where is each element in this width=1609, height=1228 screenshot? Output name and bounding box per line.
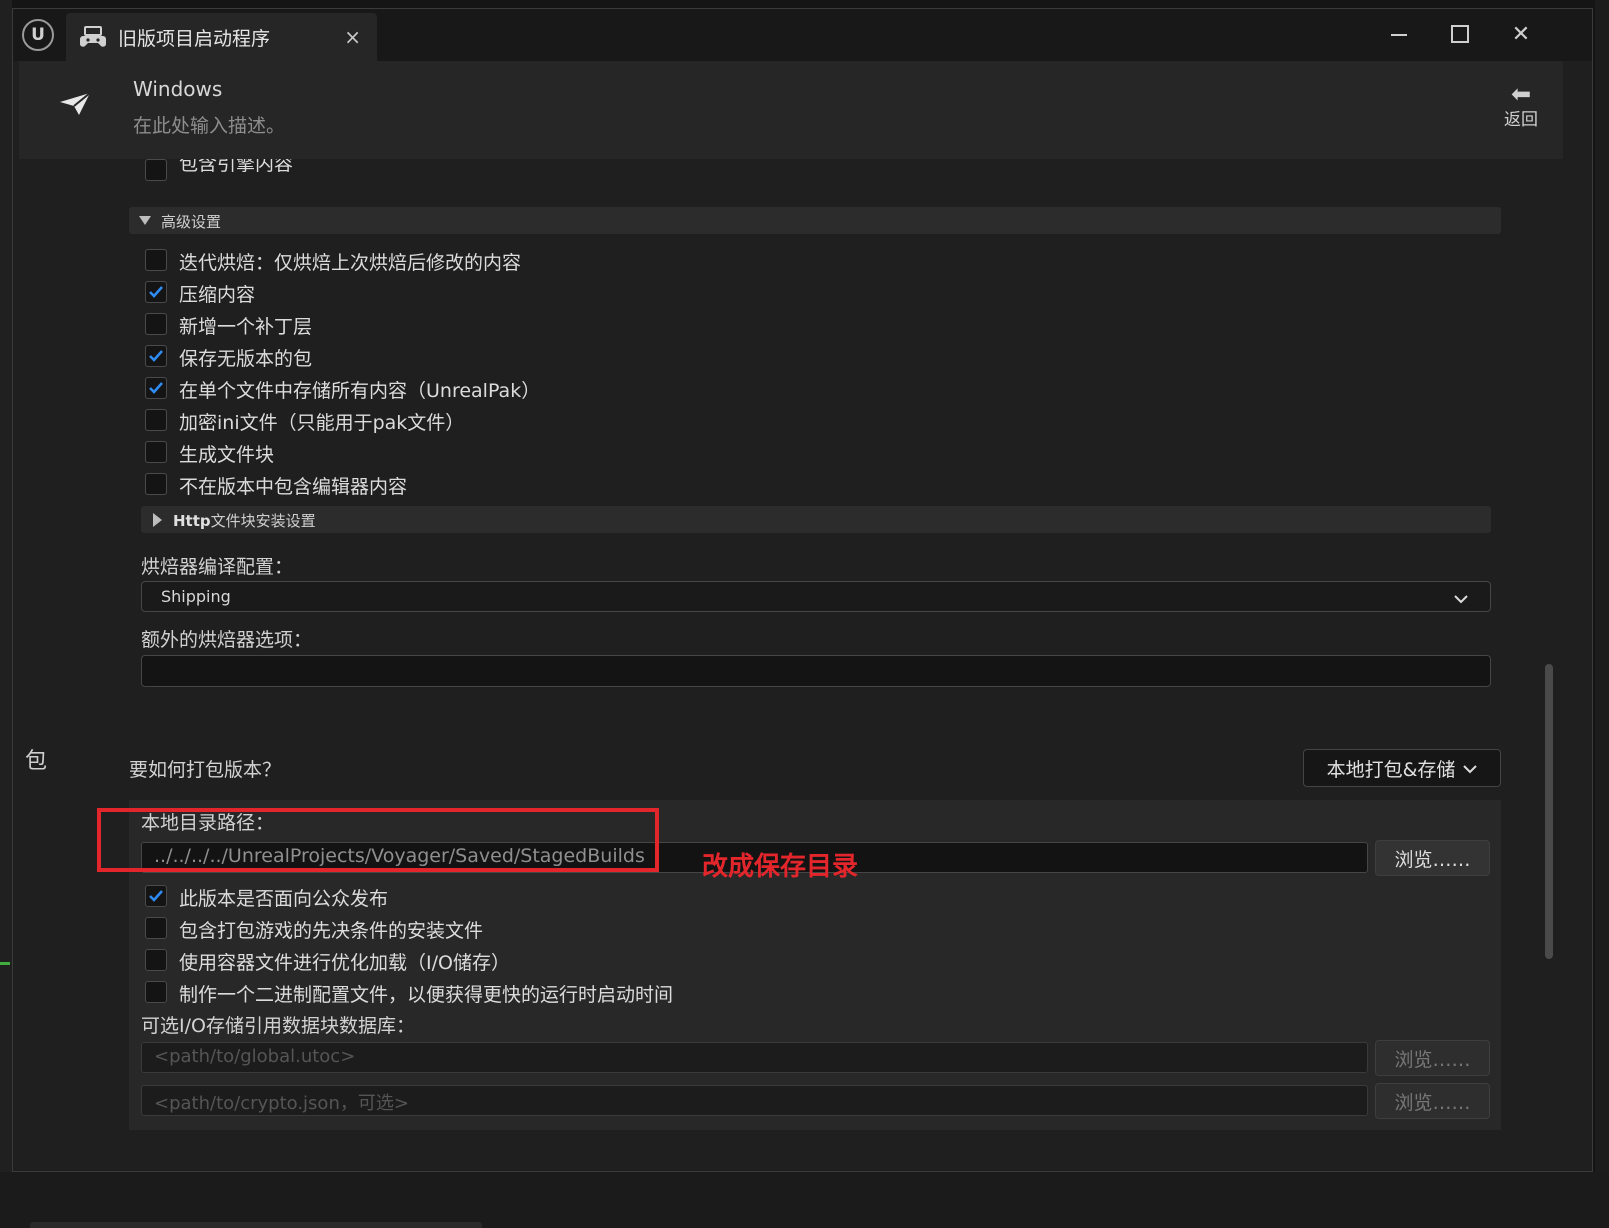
package-section-label: 包 xyxy=(25,749,48,774)
chevron-down-icon xyxy=(1454,589,1468,608)
encrypt-ini-label: 加密ini文件（只能用于pak文件） xyxy=(179,412,465,434)
prereq-installer-label: 包含打包游戏的先决条件的安装文件 xyxy=(179,920,484,942)
window-tab[interactable]: 旧版项目启动程序 × xyxy=(66,13,377,61)
checkbox-encrypt-ini[interactable] xyxy=(145,409,167,431)
add-patch-level-label: 新增一个补丁层 xyxy=(179,316,313,338)
checkbox-io-store[interactable] xyxy=(145,949,167,971)
global-utoc-input[interactable]: <path/to/global.utoc> xyxy=(141,1042,1368,1073)
unreal-logo-icon: U xyxy=(22,19,54,51)
binary-config-label: 制作一个二进制配置文件，以便获得更快的运行时启动时间 xyxy=(179,984,674,1006)
checkbox-add-patch-level[interactable] xyxy=(145,313,167,335)
checkbox-binary-config[interactable] xyxy=(145,981,167,1003)
checkbox-public-release[interactable] xyxy=(145,885,167,907)
io-store-label: 使用容器文件进行优化加载（I/O储存） xyxy=(179,952,510,974)
paper-plane-icon xyxy=(59,92,91,120)
launcher-window: U 旧版项目启动程序 × ✕ Windows 在此处输入描述。 ⬅ 返回 包含引… xyxy=(12,8,1593,1172)
close-icon: ✕ xyxy=(1511,21,1531,47)
minimize-button[interactable] xyxy=(1377,19,1421,49)
close-button[interactable]: ✕ xyxy=(1499,19,1543,49)
back-label: 返回 xyxy=(1504,110,1538,130)
collapsed-triangle-icon xyxy=(153,513,162,527)
http-prefix: Http xyxy=(173,512,211,530)
back-arrow-icon: ⬅ xyxy=(1510,80,1532,108)
platform-header: Windows 在此处输入描述。 ⬅ 返回 xyxy=(19,61,1563,159)
generate-chunks-label: 生成文件块 xyxy=(179,444,275,466)
http-chunk-install-header[interactable]: Http文件块安装设置 xyxy=(141,506,1491,533)
maximize-icon xyxy=(1451,25,1469,43)
checkmark-icon xyxy=(149,350,163,362)
http-label-rest: 文件块安装设置 xyxy=(210,512,316,530)
checkbox-unversioned-packages[interactable] xyxy=(145,345,167,367)
package-section: 包 要如何打包版本？ 本地打包&存储 本地目录路径： ../../../../U… xyxy=(19,725,1539,1159)
cooker-config-value: Shipping xyxy=(161,587,231,606)
taskbar-item xyxy=(30,1222,482,1228)
iterative-cook-label: 迭代烘焙：仅烘焙上次烘焙后修改的内容 xyxy=(179,252,522,274)
checkbox-compress-content[interactable] xyxy=(145,281,167,303)
advanced-settings-header[interactable]: 高级设置 xyxy=(129,207,1501,234)
extra-cooker-options-input[interactable] xyxy=(141,655,1491,687)
package-mode-value: 本地打包&存储 xyxy=(1326,758,1456,781)
checkbox-include-engine-content[interactable] xyxy=(145,159,167,181)
expanded-triangle-icon xyxy=(139,216,151,225)
browse-dir-button[interactable]: 浏览…… xyxy=(1375,840,1490,876)
desktop-right-edge xyxy=(1595,0,1609,1228)
http-chunk-install-label: Http文件块安装设置 xyxy=(173,510,316,531)
chevron-down-icon xyxy=(1463,757,1478,779)
checkbox-iterative-cook[interactable] xyxy=(145,249,167,271)
annotation-text: 改成保存目录 xyxy=(702,852,859,882)
minimize-icon xyxy=(1391,34,1407,36)
tab-close-icon[interactable]: × xyxy=(344,25,361,49)
browse-crypto-button[interactable]: 浏览…… xyxy=(1375,1083,1490,1119)
desktop-left-edge xyxy=(0,0,12,1172)
checkmark-icon xyxy=(149,382,163,394)
checkmark-icon xyxy=(149,890,163,902)
compress-content-label: 压缩内容 xyxy=(179,284,256,306)
public-release-label: 此版本是否面向公众发布 xyxy=(179,888,389,910)
desktop-green-marker xyxy=(0,962,10,965)
vertical-scrollbar[interactable] xyxy=(1545,664,1553,959)
back-button[interactable]: ⬅ 返回 xyxy=(1497,80,1545,130)
checkbox-exclude-editor-content[interactable] xyxy=(145,473,167,495)
package-mode-dropdown[interactable]: 本地打包&存储 xyxy=(1303,749,1501,787)
crypto-json-input[interactable]: <path/to/crypto.json，可选> xyxy=(141,1085,1368,1116)
platform-title: Windows xyxy=(133,77,223,101)
exclude-editor-content-label: 不在版本中包含编辑器内容 xyxy=(179,476,408,498)
cooker-config-select[interactable]: Shipping xyxy=(141,581,1491,612)
checkmark-icon xyxy=(149,286,163,298)
gamepad-icon xyxy=(80,26,108,48)
platform-description: 在此处输入描述。 xyxy=(133,115,286,137)
checkbox-unrealpak[interactable] xyxy=(145,377,167,399)
unrealpak-label: 在单个文件中存储所有内容（UnrealPak） xyxy=(179,380,541,402)
title-bar[interactable]: U 旧版项目启动程序 × ✕ xyxy=(13,9,1592,61)
maximize-button[interactable] xyxy=(1438,19,1482,49)
unversioned-packages-label: 保存无版本的包 xyxy=(179,348,313,370)
package-question: 要如何打包版本？ xyxy=(129,759,282,781)
tab-title: 旧版项目启动程序 xyxy=(118,27,271,50)
annotation-highlight-box xyxy=(97,808,659,872)
checkbox-generate-chunks[interactable] xyxy=(145,441,167,463)
settings-scroll-area: 包含引擎内容 高级设置 迭代烘焙：仅烘焙上次烘焙后修改的内容 压缩内容 新增一个… xyxy=(19,159,1539,1159)
checkbox-prereq-installer[interactable] xyxy=(145,917,167,939)
desktop-bottom-bar xyxy=(0,1172,1609,1228)
browse-utoc-button[interactable]: 浏览…… xyxy=(1375,1040,1490,1076)
include-engine-content-label: 包含引擎内容 xyxy=(179,159,294,175)
io-store-reference-label: 可选I/O存储引用数据块数据库： xyxy=(141,1015,415,1037)
extra-cooker-options-label: 额外的烘焙器选项： xyxy=(141,629,313,651)
cooker-config-label: 烘焙器编译配置： xyxy=(141,556,294,578)
advanced-settings-label: 高级设置 xyxy=(161,213,222,231)
